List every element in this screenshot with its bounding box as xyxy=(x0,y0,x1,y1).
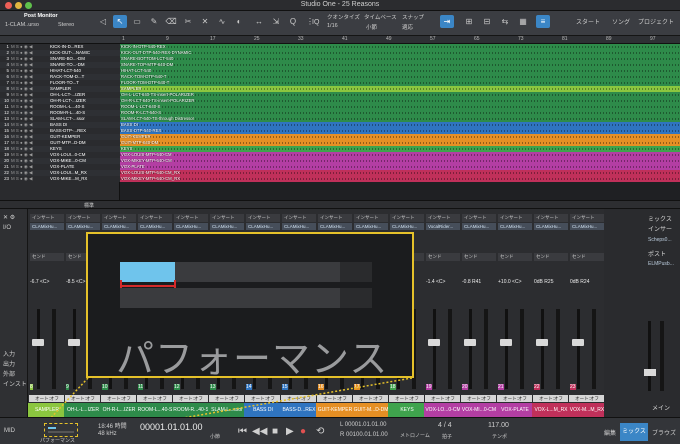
loop-right[interactable]: R 00100.01.01.00 xyxy=(340,432,388,438)
loop-start-icon[interactable]: ⏮ xyxy=(238,426,247,437)
edit-tab[interactable]: 編集 xyxy=(604,428,616,437)
metronome-label[interactable]: メトロノーム xyxy=(400,432,430,439)
record-time: 18:46 時間 xyxy=(98,424,127,430)
transport-bar: MID パフォーマンス 18:46 時間 48 kHz 00001.01.01.… xyxy=(0,417,680,444)
time-signature[interactable]: 4 / 4 xyxy=(438,422,452,429)
stop-icon[interactable]: ■ xyxy=(272,426,278,437)
loop-icon[interactable]: ⟲ xyxy=(316,426,324,437)
mix-tab[interactable]: ミックス xyxy=(620,423,648,441)
browse-tab[interactable]: ブラウズ xyxy=(652,428,676,437)
tempo-label: テンポ xyxy=(492,434,508,440)
performance-label: パフォーマンス xyxy=(40,438,75,444)
rewind-icon[interactable]: ◀◀ xyxy=(252,426,267,437)
sample-rate: 48 kHz xyxy=(98,431,117,437)
performance-meter[interactable] xyxy=(44,423,78,437)
midi-label[interactable]: MID xyxy=(4,428,15,434)
play-icon[interactable]: ▶ xyxy=(286,426,294,437)
record-icon[interactable]: ● xyxy=(300,426,306,437)
loop-left[interactable]: L 00001.01.01.00 xyxy=(340,422,387,428)
track-lane[interactable]: VOX-MIKEY-MTP-640-CM_RX xyxy=(120,176,680,182)
time-signature-label: 拍子 xyxy=(442,434,453,440)
tempo-display[interactable]: 117.00 xyxy=(488,422,509,429)
position-unit: 小節 xyxy=(210,434,221,440)
event-label: VOX-MIKEY-MTP-640-CM_RX xyxy=(121,176,181,181)
position-display[interactable]: 00001.01.01.00 xyxy=(140,422,203,432)
